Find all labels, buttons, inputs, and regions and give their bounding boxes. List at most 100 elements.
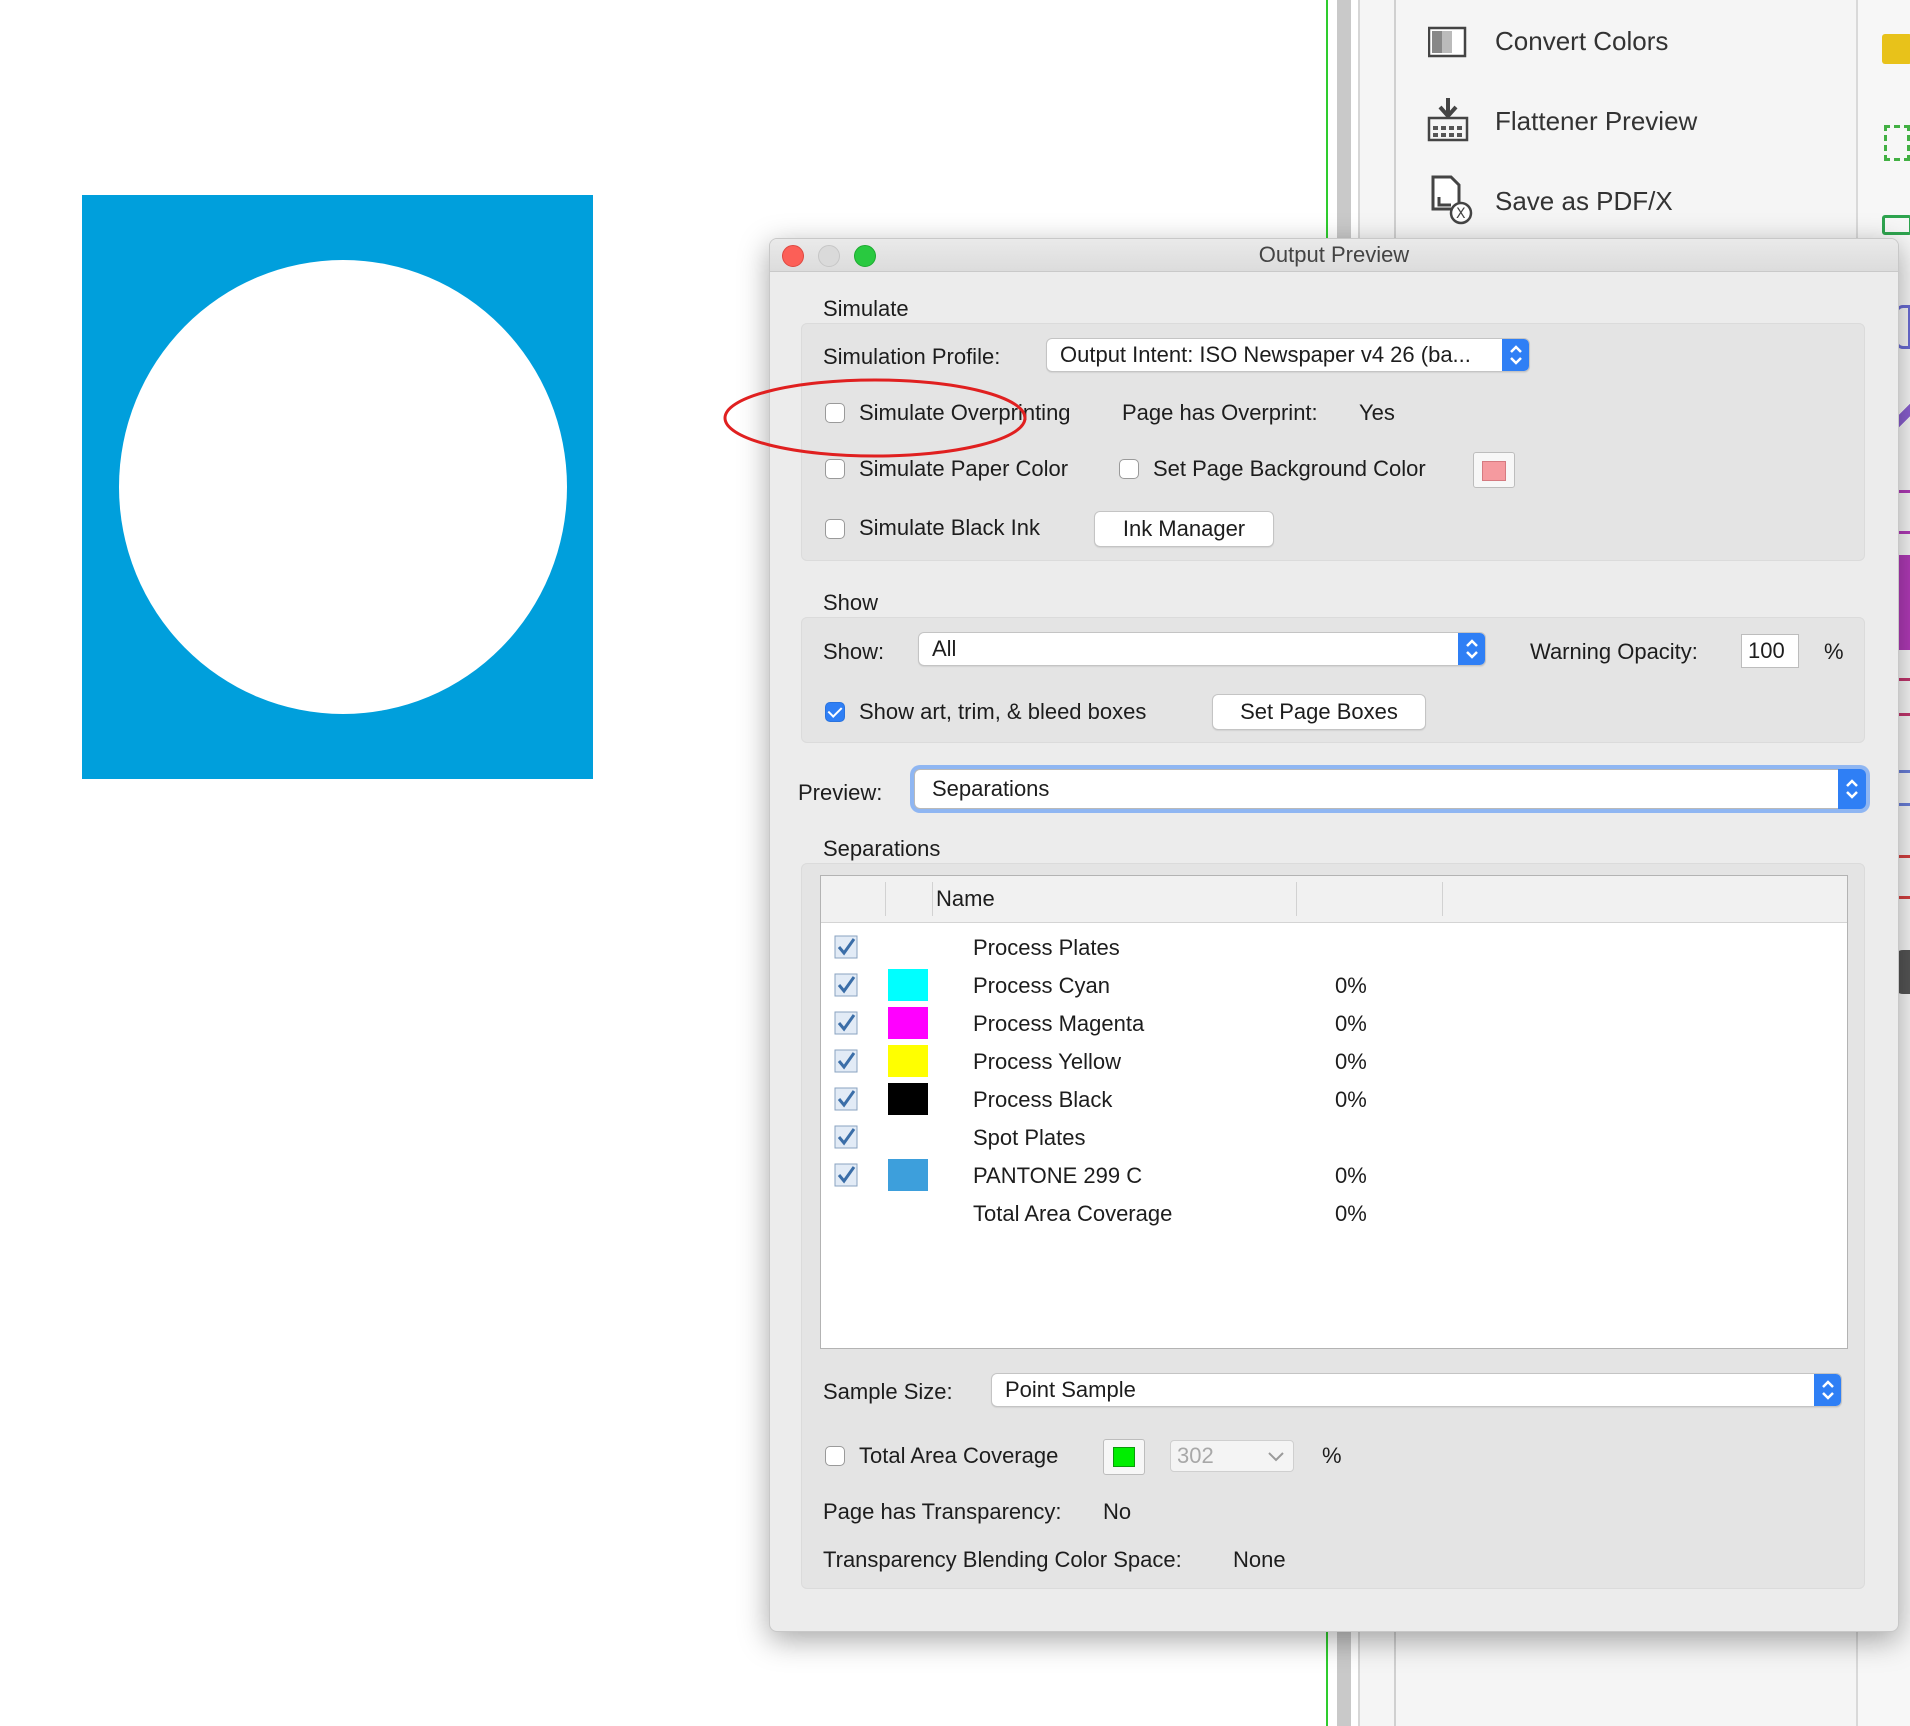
show-boxes-checkbox[interactable] <box>825 702 845 722</box>
preview-value: Separations <box>932 776 1050 801</box>
select-stepper-icon <box>1502 339 1529 371</box>
chevron-down-icon <box>1268 1452 1284 1462</box>
row-name: Process Cyan <box>973 973 1110 998</box>
annotation-ellipse <box>723 378 1027 458</box>
artwork-white-circle <box>119 260 567 714</box>
show-boxes-label: Show art, trim, & bleed boxes <box>859 699 1147 724</box>
table-row[interactable]: Spot Plates <box>821 1121 1847 1153</box>
row-coverage: 0% <box>1335 1201 1367 1226</box>
row-checkbox-checked-icon[interactable] <box>834 935 858 959</box>
warning-opacity-label: Warning Opacity: <box>1530 639 1698 664</box>
total-area-coverage-checkbox[interactable] <box>825 1446 845 1466</box>
ink-swatch <box>888 1045 928 1077</box>
export-pdf-icon[interactable] <box>1882 215 1910 235</box>
tool-label: Save as PDF/X <box>1495 186 1673 216</box>
sample-size-value: Point Sample <box>1005 1377 1136 1402</box>
row-coverage: 0% <box>1335 1087 1367 1112</box>
simulate-black-ink-checkbox[interactable] <box>825 519 845 539</box>
ink-swatch <box>888 969 928 1001</box>
title-bar[interactable]: Output Preview <box>770 239 1898 272</box>
blending-color-space-value: None <box>1233 1547 1286 1572</box>
blending-color-space-label: Transparency Blending Color Space: <box>823 1547 1182 1572</box>
header-divider <box>932 882 933 916</box>
table-row[interactable]: PANTONE 299 C 0% <box>821 1159 1847 1191</box>
row-coverage: 0% <box>1335 973 1367 998</box>
convert-colors-icon <box>1428 26 1467 58</box>
header-divider <box>1296 882 1297 916</box>
row-name: Total Area Coverage <box>973 1201 1173 1226</box>
tool-flattener-preview[interactable]: Flattener Preview <box>1425 92 1825 152</box>
page-has-overprint-label: Page has Overprint: <box>1122 400 1318 425</box>
preview-select[interactable]: Separations <box>914 769 1866 809</box>
show-value: All <box>932 636 957 661</box>
select-stepper-icon <box>1458 633 1485 665</box>
header-divider <box>885 882 886 916</box>
page-background-color-well[interactable] <box>1473 452 1515 488</box>
simulation-profile-label: Simulation Profile: <box>823 344 1001 369</box>
page-background-swatch <box>1482 461 1506 481</box>
ink-swatch <box>888 1159 928 1191</box>
tool-label: Flattener Preview <box>1495 106 1698 136</box>
table-row[interactable]: Process Plates <box>821 932 1847 964</box>
row-name: Process Black <box>973 1087 1113 1112</box>
comment-icon[interactable] <box>1882 34 1910 64</box>
show-section-label: Show <box>823 590 879 615</box>
row-name: PANTONE 299 C <box>973 1163 1143 1188</box>
row-checkbox-checked-icon[interactable] <box>834 1011 858 1035</box>
sample-size-select[interactable]: Point Sample <box>991 1373 1842 1407</box>
row-coverage: 0% <box>1335 1049 1367 1074</box>
save-pdfx-icon: X <box>1431 175 1473 225</box>
organize-pages-icon[interactable] <box>1884 125 1910 161</box>
table-row[interactable]: Process Cyan 0% <box>821 969 1847 1001</box>
row-checkbox-checked-icon[interactable] <box>834 1087 858 1111</box>
simulate-section-label: Simulate <box>823 296 909 321</box>
flattener-preview-icon <box>1427 98 1469 142</box>
row-checkbox-checked-icon[interactable] <box>834 1163 858 1187</box>
warning-opacity-percent: % <box>1824 639 1844 664</box>
total-area-color-well[interactable] <box>1103 1439 1145 1475</box>
row-checkbox-checked-icon[interactable] <box>834 973 858 997</box>
tool-save-as-pdfx[interactable]: X Save as PDF/X <box>1425 172 1825 232</box>
row-checkbox-checked-icon[interactable] <box>834 1125 858 1149</box>
separations-table: Name Process Plates Process Cyan 0% Proc… <box>820 875 1848 1349</box>
ink-manager-button[interactable]: Ink Manager <box>1094 511 1274 547</box>
header-name[interactable]: Name <box>936 886 995 912</box>
select-stepper-icon <box>1838 769 1866 809</box>
simulation-profile-value: Output Intent: ISO Newspaper v4 26 (ba..… <box>1060 342 1471 367</box>
show-label: Show: <box>823 639 885 664</box>
ink-swatch <box>888 1083 928 1115</box>
row-name: Spot Plates <box>973 1125 1086 1150</box>
tool-convert-colors[interactable]: Convert Colors <box>1425 12 1825 72</box>
page-has-overprint-value: Yes <box>1359 400 1395 425</box>
row-name: Process Plates <box>973 935 1120 960</box>
table-header: Name <box>821 876 1847 923</box>
total-area-coverage-label: Total Area Coverage <box>859 1443 1059 1468</box>
table-row[interactable]: Process Magenta 0% <box>821 1007 1847 1039</box>
page-has-transparency-value: No <box>1103 1499 1132 1524</box>
row-coverage: 0% <box>1335 1011 1367 1036</box>
header-divider <box>1442 882 1443 916</box>
tool-label: Convert Colors <box>1495 26 1669 56</box>
total-area-percent: % <box>1322 1443 1342 1468</box>
row-coverage: 0% <box>1335 1163 1367 1188</box>
table-row[interactable]: Process Yellow 0% <box>821 1045 1847 1077</box>
row-checkbox-checked-icon[interactable] <box>834 1049 858 1073</box>
table-row[interactable]: Total Area Coverage 0% <box>821 1197 1847 1229</box>
total-area-swatch <box>1113 1447 1135 1467</box>
set-page-background-label: Set Page Background Color <box>1153 456 1426 481</box>
show-select[interactable]: All <box>918 632 1486 666</box>
select-stepper-icon <box>1814 1374 1841 1406</box>
warning-opacity-input[interactable]: 100 <box>1741 634 1799 668</box>
table-row[interactable]: Process Black 0% <box>821 1083 1847 1115</box>
row-name: Process Yellow <box>973 1049 1121 1074</box>
ink-swatch <box>888 1007 928 1039</box>
set-page-boxes-button[interactable]: Set Page Boxes <box>1212 694 1426 730</box>
set-page-background-checkbox[interactable] <box>1119 459 1139 479</box>
svg-text:X: X <box>1456 206 1466 222</box>
simulation-profile-select[interactable]: Output Intent: ISO Newspaper v4 26 (ba..… <box>1046 338 1530 372</box>
preview-label: Preview: <box>798 780 883 805</box>
separations-section-label: Separations <box>823 836 941 861</box>
simulate-black-ink-label: Simulate Black Ink <box>859 515 1040 540</box>
row-name: Process Magenta <box>973 1011 1145 1036</box>
total-area-combo[interactable]: 302 <box>1170 1440 1294 1472</box>
